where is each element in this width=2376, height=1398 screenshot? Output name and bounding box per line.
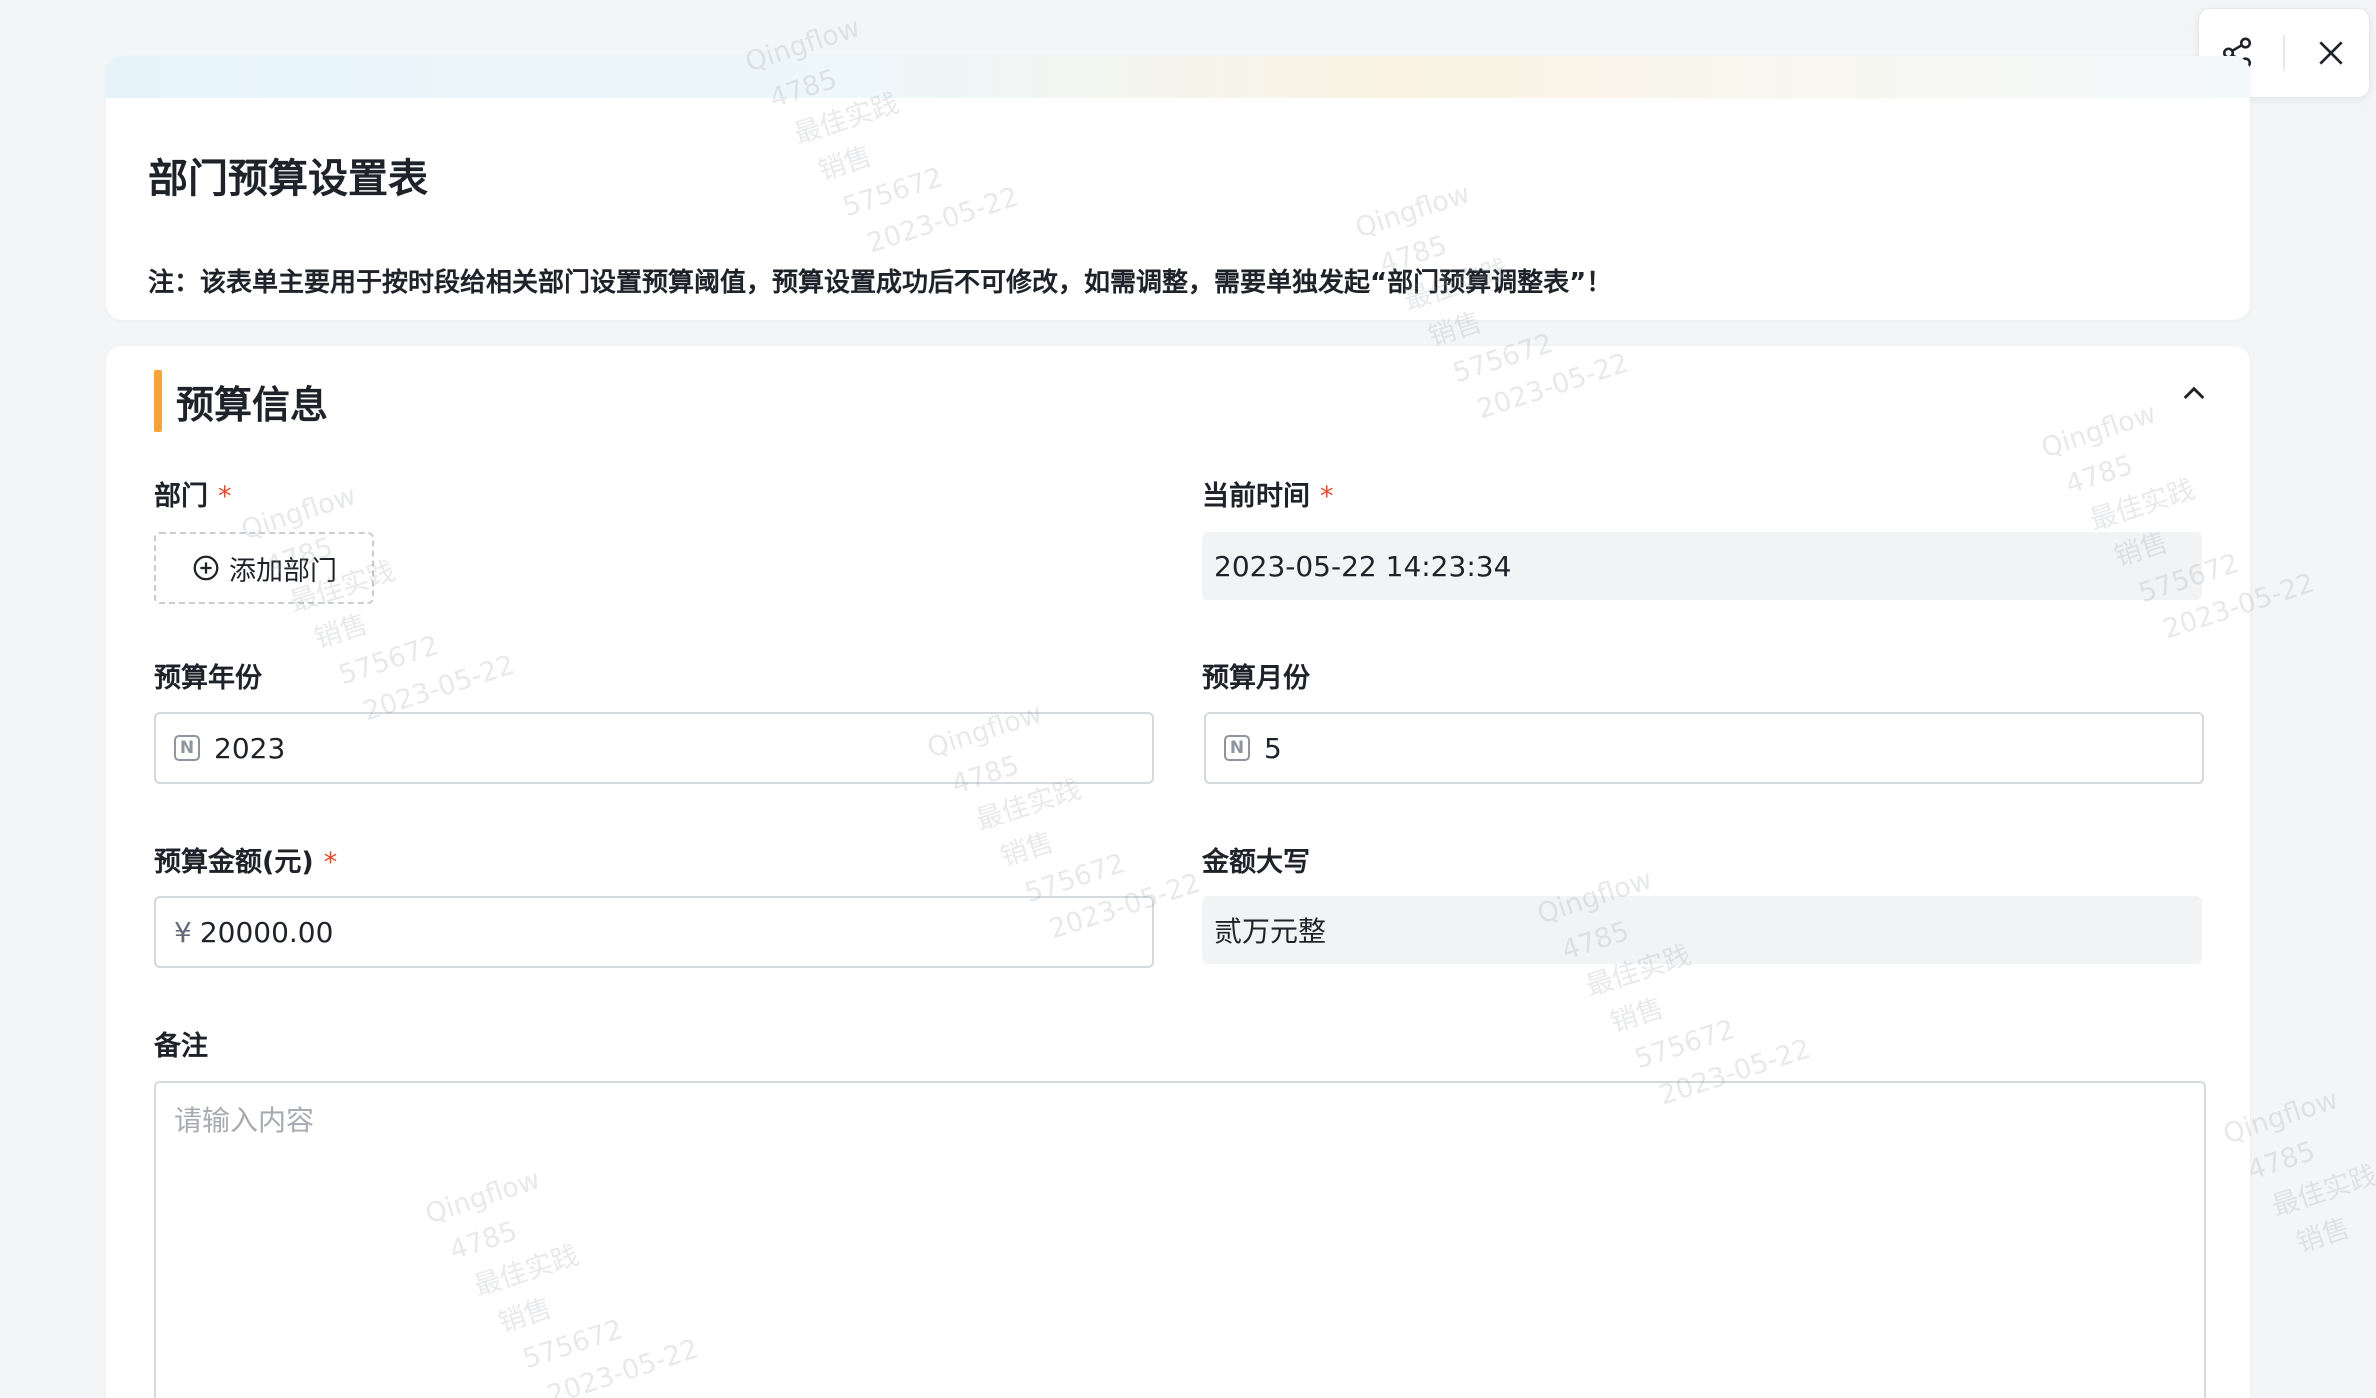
budget-amount-value: 20000.00 <box>199 915 334 949</box>
budget-month-input[interactable]: N 5 <box>1204 712 2204 784</box>
plus-circle-icon <box>193 555 219 581</box>
budget-month-value: 5 <box>1264 731 1282 765</box>
section-accent-bar <box>154 370 162 432</box>
department-label: 部门 * <box>154 474 232 513</box>
number-type-icon: N <box>174 735 200 761</box>
budget-info-section: 预算信息 部门 * 添加部门 当前时间 * 2023-05-22 14:23:34 … <box>106 346 2250 1398</box>
budget-year-label: 预算年份 <box>154 663 262 694</box>
budget-month-label: 预算月份 <box>1202 663 1310 694</box>
budget-year-input[interactable]: N 2023 <box>154 712 1154 784</box>
amount-uppercase-value: 贰万元整 <box>1202 896 2202 964</box>
number-type-icon: N <box>1224 735 1250 761</box>
required-mark: * <box>323 847 338 878</box>
amount-uppercase-label: 金额大写 <box>1202 847 1310 878</box>
form-note: 注：该表单主要用于按时段给相关部门设置预算阈值，预算设置成功后不可修改，如需调整… <box>148 268 1613 298</box>
section-header: 预算信息 <box>154 370 328 432</box>
budget-year-value: 2023 <box>214 731 286 765</box>
current-time-label: 当前时间 * <box>1202 474 1334 513</box>
add-department-button[interactable]: 添加部门 <box>154 532 374 604</box>
divider <box>2283 35 2285 71</box>
budget-amount-input[interactable]: ¥ 20000.00 <box>154 896 1154 968</box>
required-mark: * <box>1320 481 1334 512</box>
current-time-value: 2023-05-22 14:23:34 <box>1202 532 2202 600</box>
remarks-label: 备注 <box>154 1031 208 1062</box>
current-time-label-text: 当前时间 <box>1202 481 1310 512</box>
form-page: 部门预算设置表 注：该表单主要用于按时段给相关部门设置预算阈值，预算设置成功后不… <box>0 0 2376 1398</box>
add-department-label: 添加部门 <box>229 555 337 587</box>
remarks-textarea[interactable]: 请输入内容 <box>154 1081 2206 1398</box>
form-header-card: 部门预算设置表 注：该表单主要用于按时段给相关部门设置预算阈值，预算设置成功后不… <box>106 56 2250 320</box>
budget-amount-label: 预算金额(元) * <box>154 840 337 879</box>
currency-symbol: ¥ <box>174 915 192 949</box>
section-title: 预算信息 <box>176 382 329 427</box>
close-icon[interactable] <box>2301 23 2361 83</box>
budget-amount-label-text: 预算金额(元) <box>154 847 314 878</box>
header-gradient-bar <box>106 56 2250 98</box>
required-mark: * <box>218 481 232 512</box>
chevron-up-icon[interactable] <box>2172 372 2216 416</box>
department-label-text: 部门 <box>154 481 208 512</box>
form-title: 部门预算设置表 <box>148 156 428 202</box>
